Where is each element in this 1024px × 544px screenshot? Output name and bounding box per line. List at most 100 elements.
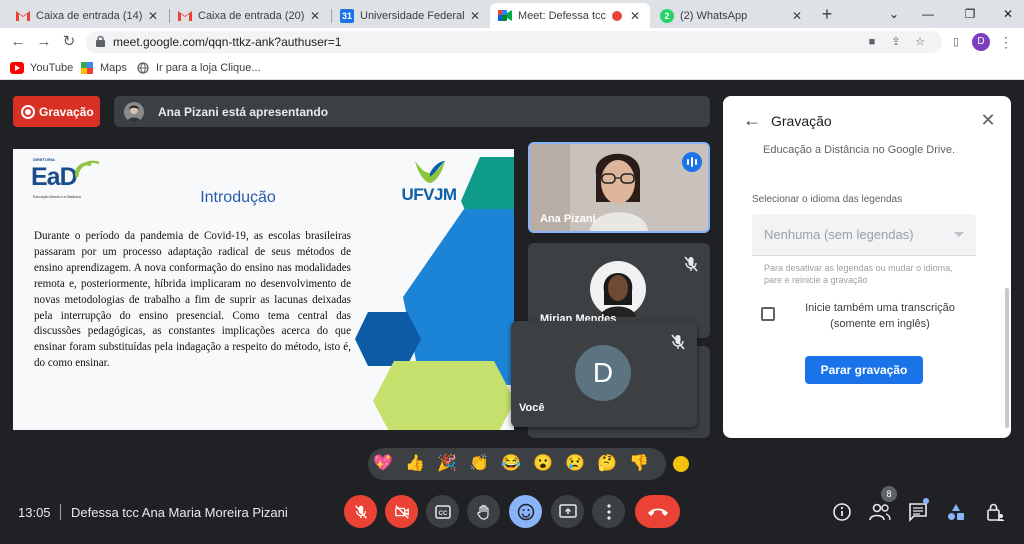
maps-icon bbox=[80, 62, 94, 74]
meeting-details-button[interactable] bbox=[831, 501, 853, 523]
profile-avatar[interactable]: D bbox=[972, 33, 990, 51]
tab-ufvjm[interactable]: 31 Universidade Federal dos ✕ bbox=[332, 3, 490, 28]
self-view-tile[interactable]: D Você bbox=[511, 321, 697, 427]
bookmark-loja[interactable]: Ir para a loja Clique... bbox=[136, 60, 261, 76]
present-to-all-icon bbox=[558, 503, 577, 518]
transcript-checkbox-label: Inicie também uma transcrição (somente e… bbox=[805, 302, 955, 330]
people-count-badge: 8 bbox=[881, 486, 897, 502]
info-icon bbox=[833, 503, 851, 521]
reaction-sparkling-heart[interactable]: 💖 bbox=[372, 453, 394, 475]
meeting-title: Defessa tcc Ana Maria Moreira Pizani bbox=[71, 505, 288, 520]
reaction-laughing[interactable]: 😂 bbox=[500, 453, 522, 475]
logo-dir-text: DIRETORIA bbox=[33, 157, 55, 162]
reaction-thumbs-down[interactable]: 👎 bbox=[628, 453, 650, 475]
calendar-icon: 31 bbox=[340, 8, 354, 23]
more-options-button[interactable] bbox=[592, 495, 625, 528]
people-button[interactable] bbox=[869, 501, 891, 523]
svg-text:CC: CC bbox=[438, 511, 447, 517]
reload-icon[interactable]: ↻ bbox=[59, 32, 79, 52]
close-icon[interactable]: ✕ bbox=[790, 9, 804, 23]
caption-language-select[interactable]: Nenhuma (sem legendas) bbox=[752, 214, 976, 256]
speaking-icon bbox=[682, 152, 702, 172]
tab-whatsapp[interactable]: 2 (2) WhatsApp ✕ bbox=[652, 3, 812, 28]
divider bbox=[60, 504, 61, 520]
logo-sub-text: Educação Aberta e a Distância bbox=[33, 195, 81, 199]
tab-title: (2) WhatsApp bbox=[680, 9, 748, 22]
share-icon[interactable]: ⇪ bbox=[888, 34, 904, 50]
tab-strip: Caixa de entrada (14) - en ✕ Caixa de en… bbox=[0, 0, 1024, 28]
meet-window: Gravação Ana Pizani está apresentando DI… bbox=[0, 80, 1024, 544]
whatsapp-icon: 2 bbox=[660, 8, 674, 23]
host-controls-button[interactable] bbox=[984, 501, 1006, 523]
tab-title: Caixa de entrada (14) - en bbox=[36, 9, 146, 22]
tab-title: Caixa de entrada (20) - ea bbox=[198, 9, 308, 22]
dropdown-arrow-icon bbox=[954, 232, 964, 237]
close-window-button[interactable]: ✕ bbox=[988, 0, 1024, 28]
minimize-button[interactable]: — bbox=[908, 0, 948, 28]
recording-label: Gravação bbox=[39, 104, 94, 119]
clock: 13:05 bbox=[18, 505, 51, 520]
captions-button[interactable]: CC bbox=[426, 495, 459, 528]
bookmark-maps[interactable]: Maps bbox=[80, 60, 127, 76]
tab-gmail-20[interactable]: Caixa de entrada (20) - ea ✕ bbox=[170, 3, 330, 28]
bookmark-star-icon[interactable]: ☆ bbox=[912, 34, 928, 50]
back-arrow-icon[interactable]: ← bbox=[741, 109, 763, 131]
call-end-icon bbox=[647, 508, 668, 516]
close-icon[interactable]: ✕ bbox=[468, 9, 482, 23]
url-text: meet.google.com/qqn-ttkz-ank?authuser=1 bbox=[113, 35, 342, 49]
bookmarks-bar: YouTube Maps Ir para a loja Clique... bbox=[0, 56, 1024, 80]
recording-badge[interactable]: Gravação bbox=[13, 96, 100, 127]
reaction-crying[interactable]: 😢 bbox=[564, 453, 586, 475]
emoji-icon bbox=[517, 503, 534, 520]
bookmark-youtube[interactable]: YouTube bbox=[10, 60, 73, 76]
activities-button[interactable] bbox=[945, 501, 967, 523]
logo-main-text: EaD bbox=[31, 163, 78, 191]
stop-recording-button[interactable]: Parar gravação bbox=[805, 356, 923, 384]
restore-button[interactable]: ❐ bbox=[950, 0, 990, 28]
closed-captions-icon: CC bbox=[434, 504, 451, 519]
caption-language-label: Selecionar o idioma das legendas bbox=[752, 194, 903, 205]
camera-button[interactable] bbox=[385, 495, 418, 528]
presentation-slide: DIRETORIA EaD Educação Aberta e a Distân… bbox=[13, 149, 514, 430]
tab-gmail-14[interactable]: Caixa de entrada (14) - en ✕ bbox=[8, 3, 168, 28]
select-value: Nenhuma (sem legendas) bbox=[764, 227, 914, 242]
side-panel-icon[interactable]: ▯ bbox=[948, 34, 964, 50]
participant-tile-ana[interactable]: Ana Pizani bbox=[528, 142, 710, 233]
presenter-text: Ana Pizani está apresentando bbox=[158, 104, 329, 119]
recording-indicator-icon bbox=[612, 10, 622, 21]
microphone-button[interactable] bbox=[344, 495, 377, 528]
globe-icon bbox=[136, 62, 150, 74]
reaction-surprised[interactable]: 😮 bbox=[532, 453, 554, 475]
chat-button[interactable] bbox=[907, 501, 929, 523]
back-icon[interactable]: ← bbox=[8, 32, 28, 52]
people-icon bbox=[869, 503, 891, 521]
tab-meet[interactable]: Meet: Defessa tcc Ana ✕ bbox=[490, 3, 650, 28]
transcript-checkbox[interactable] bbox=[761, 307, 775, 321]
present-button[interactable] bbox=[551, 495, 584, 528]
close-icon[interactable]: ✕ bbox=[146, 9, 160, 23]
forward-icon[interactable]: → bbox=[34, 32, 54, 52]
reactions-bar: 💖 👍 🎉 👏 😂 😮 😢 🤔 👎 bbox=[368, 448, 666, 480]
leave-call-button[interactable] bbox=[635, 495, 680, 528]
videocam-off-icon bbox=[394, 504, 409, 519]
new-tab-button[interactable]: + bbox=[816, 3, 838, 25]
camera-icon[interactable]: ■ bbox=[864, 34, 880, 50]
close-icon[interactable]: ✕ bbox=[977, 109, 999, 131]
reaction-clapping[interactable]: 👏 bbox=[468, 453, 490, 475]
emoji-reactions-button[interactable] bbox=[509, 495, 542, 528]
reaction-thumbs-up[interactable]: 👍 bbox=[404, 453, 426, 475]
close-icon[interactable]: ✕ bbox=[628, 9, 642, 23]
close-icon[interactable]: ✕ bbox=[308, 9, 322, 23]
activities-icon bbox=[948, 504, 964, 520]
reaction-thinking[interactable]: 🤔 bbox=[596, 453, 618, 475]
recording-panel: ← Gravação ✕ Educação a Distância no Goo… bbox=[723, 96, 1011, 438]
slide-title: Introdução bbox=[200, 189, 276, 206]
panel-scrollbar[interactable] bbox=[1005, 288, 1009, 428]
more-vert-icon[interactable]: ⋮ bbox=[998, 32, 1014, 52]
skin-tone-button[interactable] bbox=[673, 456, 689, 472]
address-bar[interactable]: meet.google.com/qqn-ttkz-ank?authuser=1 … bbox=[86, 31, 942, 53]
hand-icon bbox=[476, 504, 489, 520]
lock-person-icon bbox=[987, 503, 1004, 521]
reaction-party-popper[interactable]: 🎉 bbox=[436, 453, 458, 475]
raise-hand-button[interactable] bbox=[467, 495, 500, 528]
